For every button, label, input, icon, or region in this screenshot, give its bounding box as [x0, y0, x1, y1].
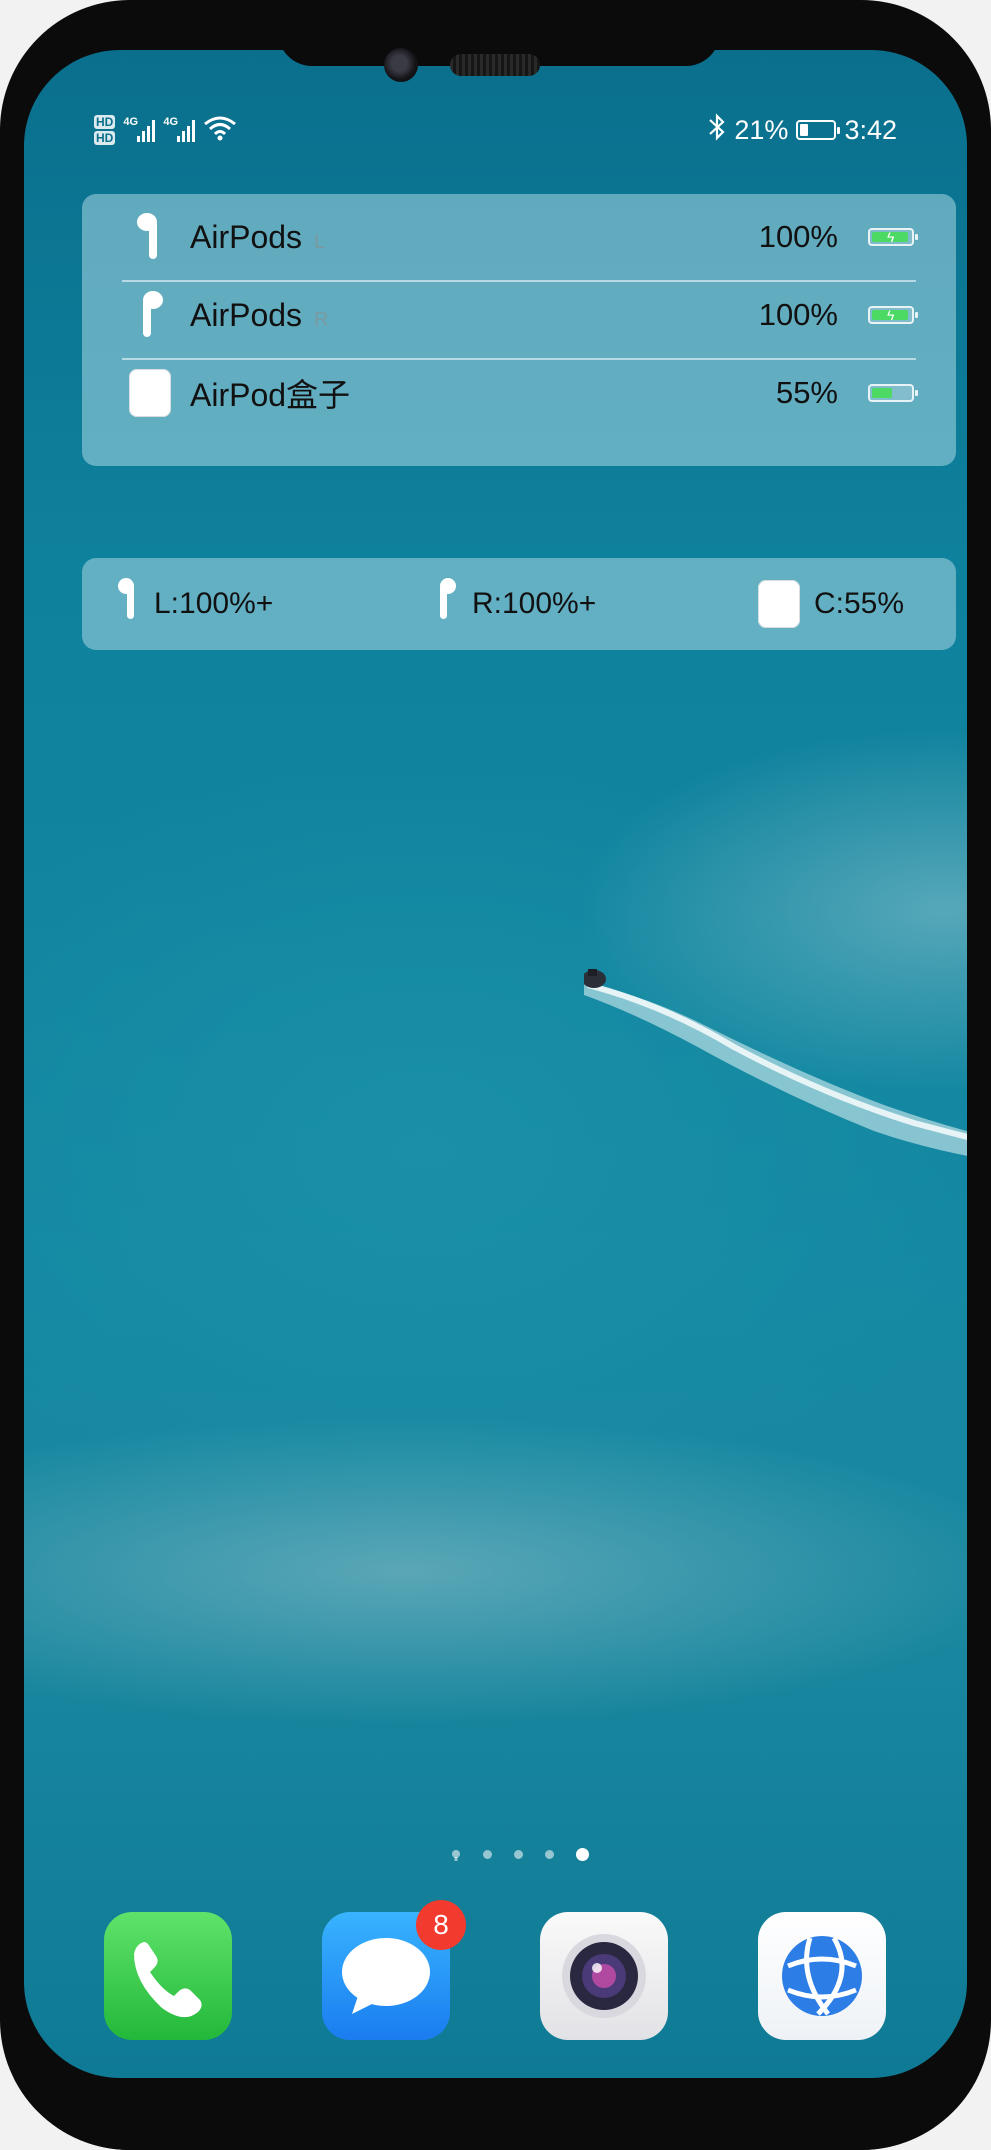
browser-app-icon[interactable]: [758, 1912, 886, 2040]
compact-right-text: R:100%+: [472, 587, 597, 620]
airpods-case-icon: [124, 367, 176, 419]
phone-frame: HD HD 4G 4G 21% 3:42 AirPods L 100% ϟ Ai…: [0, 0, 991, 2150]
compact-case: C:55%: [758, 558, 904, 650]
page-indicator[interactable]: [24, 1848, 967, 1861]
notification-badge: 8: [416, 1900, 466, 1950]
status-bar-right: 21% 3:42: [708, 110, 897, 150]
page-dot-active[interactable]: [575, 1848, 589, 1861]
battery-percent-label: 100%: [758, 219, 838, 254]
compact-right: R:100%+: [434, 558, 596, 650]
charging-battery-icon: ϟ: [868, 228, 918, 246]
compact-left: L:100%+: [116, 558, 273, 650]
device-name: AirPods R: [190, 297, 329, 334]
battery-percent: 21%: [734, 114, 789, 145]
camera-app-icon[interactable]: [540, 1912, 668, 2040]
phone-app-icon[interactable]: [104, 1912, 232, 2040]
device-name: AirPod盒子: [190, 370, 350, 416]
messages-app-icon[interactable]: 8: [322, 1900, 466, 2040]
widget-row-right-airpod[interactable]: AirPods R 100% ϟ: [82, 276, 956, 354]
wallpaper-boat-image: [582, 955, 967, 1190]
bluetooth-icon: [708, 112, 726, 149]
clock: 3:42: [844, 114, 897, 145]
compact-case-text: C:55%: [814, 587, 905, 620]
page-dot[interactable]: [482, 1850, 492, 1859]
airpod-left-icon: [116, 577, 140, 631]
airpod-right-icon: [124, 289, 176, 341]
cellular-signal-2-icon: 4G: [163, 116, 196, 142]
page-dot[interactable]: [513, 1850, 523, 1859]
cellular-signal-1-icon: 4G: [123, 116, 156, 142]
network-type-2: 4G: [163, 116, 179, 128]
battery-percent-label: 100%: [758, 297, 838, 332]
battery-saver-icon: [796, 120, 841, 140]
status-bar-left: HD HD 4G 4G: [94, 108, 237, 152]
airpods-battery-widget[interactable]: AirPods L 100% ϟ AirPods R 100% ϟ AirPod…: [82, 194, 956, 466]
airpod-left-icon: [124, 211, 176, 263]
widget-row-left-airpod[interactable]: AirPods L 100% ϟ: [82, 198, 956, 276]
compact-left-text: L:100%+: [154, 587, 274, 620]
airpods-case-icon: [758, 580, 800, 628]
hd-indicators: HD HD: [94, 115, 116, 145]
device-name-text: AirPods: [190, 218, 303, 255]
airpods-compact-widget[interactable]: L:100%+ R:100%+ C:55%: [82, 558, 956, 650]
page-dot[interactable]: [544, 1850, 554, 1859]
earpiece-speaker: [450, 54, 540, 76]
device-name: AirPods L: [190, 219, 325, 256]
side-indicator: L: [314, 230, 326, 253]
front-camera-icon: [384, 48, 418, 82]
home-page-dot-icon[interactable]: [451, 1849, 461, 1861]
hd-badge-1: HD: [94, 115, 116, 129]
wifi-icon: [203, 114, 237, 147]
battery-percent-label: 55%: [775, 375, 838, 410]
hd-badge-2: HD: [94, 131, 116, 145]
device-name-text: AirPods: [190, 296, 303, 333]
network-type-1: 4G: [123, 116, 139, 128]
device-name-text: AirPod盒子: [190, 377, 351, 413]
side-indicator: R: [314, 308, 329, 331]
charging-battery-icon: ϟ: [868, 306, 918, 324]
home-screen: HD HD 4G 4G 21% 3:42 AirPods L 100% ϟ Ai…: [24, 50, 967, 2078]
airpod-right-icon: [434, 577, 458, 631]
widget-row-case[interactable]: AirPod盒子 55%: [82, 354, 956, 432]
phone-chin: [0, 2078, 991, 2150]
battery-icon: [868, 384, 918, 402]
